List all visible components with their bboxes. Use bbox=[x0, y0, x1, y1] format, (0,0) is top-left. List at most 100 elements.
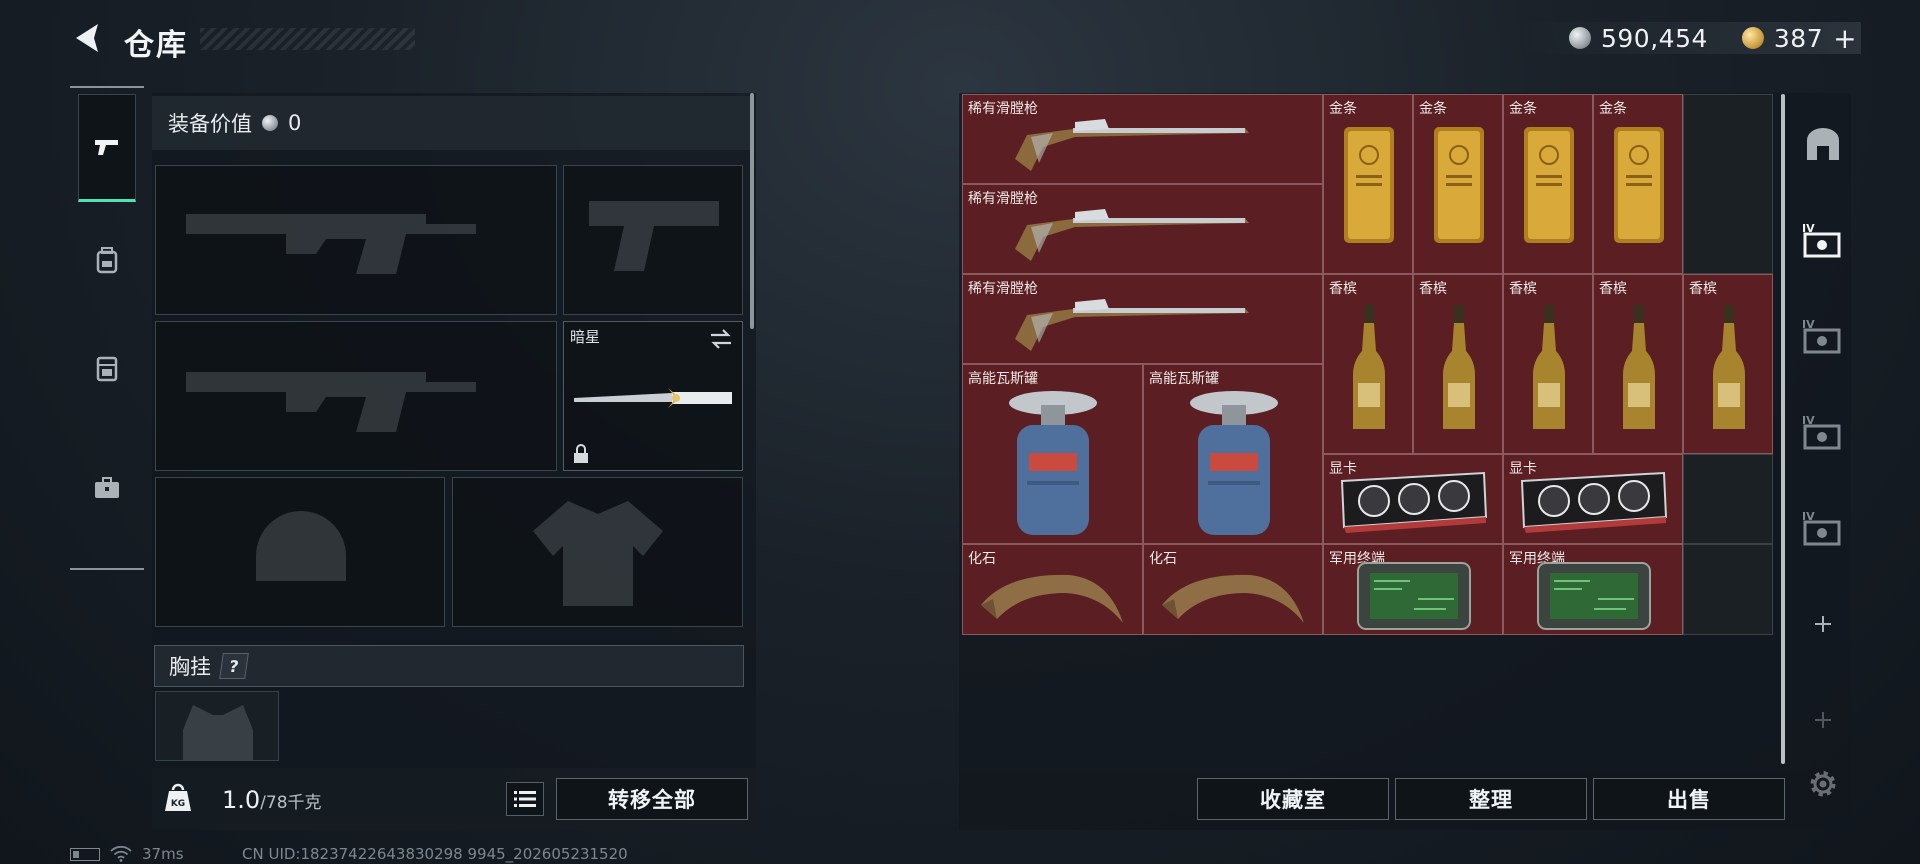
stash-tab-main[interactable] bbox=[1801, 122, 1845, 166]
swap-icon[interactable] bbox=[708, 328, 734, 350]
inventory-item-graphics-card[interactable]: 显卡 bbox=[1503, 454, 1683, 544]
musket-icon bbox=[1015, 119, 1249, 171]
empty-cell[interactable] bbox=[1683, 454, 1773, 544]
inventory-item-champagne[interactable]: 香槟 bbox=[1323, 274, 1413, 454]
equipment-value: 0 bbox=[288, 111, 302, 135]
stash-scrollbar[interactable] bbox=[1781, 94, 1785, 764]
inventory-item-military-terminal[interactable]: 军用终端 bbox=[1503, 544, 1683, 635]
inventory-item-gas-canister[interactable]: 高能瓦斯罐 bbox=[1143, 364, 1323, 544]
primary-weapon-slot-2[interactable] bbox=[155, 321, 557, 471]
silver-coin-icon bbox=[262, 115, 278, 131]
fossil-claw-icon bbox=[981, 574, 1123, 623]
case-iv-icon: IV bbox=[1802, 510, 1841, 546]
equipment-value-label: 装备价值 bbox=[168, 112, 252, 136]
transfer-all-button[interactable]: 转移全部 bbox=[556, 778, 748, 820]
wifi-icon bbox=[110, 846, 132, 862]
silver-coin-icon bbox=[1569, 27, 1591, 49]
empty-cell[interactable] bbox=[1683, 544, 1773, 635]
gold-bar-icon bbox=[1344, 127, 1394, 243]
rifle-silhouette-icon bbox=[186, 372, 476, 432]
add-stash-tab-button-disabled[interactable] bbox=[1801, 698, 1845, 742]
helmet-silhouette-icon bbox=[256, 511, 346, 581]
tab-toolbox[interactable] bbox=[78, 434, 136, 542]
equipment-scrollbar[interactable] bbox=[750, 93, 754, 329]
tab-backpack[interactable] bbox=[78, 206, 136, 314]
vest-silhouette-icon bbox=[183, 705, 253, 760]
empty-cell[interactable] bbox=[1683, 94, 1773, 274]
equipment-value-header: 装备价值 0 bbox=[152, 96, 750, 150]
inventory-item-gas-canister[interactable]: 高能瓦斯罐 bbox=[962, 364, 1143, 544]
graphics-card-icon bbox=[1520, 471, 1668, 533]
backpack-icon bbox=[96, 247, 118, 274]
inventory-item-gold-bar[interactable]: 金条 bbox=[1413, 94, 1503, 274]
inventory-item-musket[interactable]: 稀有滑膛枪 bbox=[962, 94, 1323, 184]
melee-weapon-name: 暗星 bbox=[570, 328, 601, 346]
inventory-item-champagne[interactable]: 香槟 bbox=[1413, 274, 1503, 454]
inventory-item-gold-bar[interactable]: 金条 bbox=[1323, 94, 1413, 274]
battery-icon bbox=[70, 847, 100, 861]
stash-tab-case-3[interactable]: IV bbox=[1801, 410, 1845, 454]
list-view-button[interactable] bbox=[506, 782, 544, 816]
champagne-bottle-icon bbox=[1623, 305, 1655, 429]
gold-bar-icon bbox=[1614, 127, 1664, 243]
secondary-weapon-slot[interactable] bbox=[563, 165, 743, 315]
inventory-item-champagne[interactable]: 香槟 bbox=[1683, 274, 1773, 454]
body-armor-slot[interactable] bbox=[452, 477, 743, 627]
inventory-item-champagne[interactable]: 香槟 bbox=[1593, 274, 1683, 454]
inventory-item-gold-bar[interactable]: 金条 bbox=[1503, 94, 1593, 274]
page-title: 仓库 bbox=[124, 28, 188, 63]
inventory-item-fossil[interactable]: 化石 bbox=[1143, 544, 1323, 635]
lock-icon bbox=[574, 444, 588, 463]
gold-bar-icon bbox=[1524, 127, 1574, 243]
chest-rig-slot[interactable] bbox=[155, 691, 279, 761]
inventory-item-gold-bar[interactable]: 金条 bbox=[1593, 94, 1683, 274]
gas-canister-icon bbox=[1009, 391, 1097, 535]
inventory-item-musket[interactable]: 稀有滑膛枪 bbox=[962, 184, 1323, 274]
help-button[interactable]: ? bbox=[219, 653, 249, 679]
inventory-item-graphics-card[interactable]: 显卡 bbox=[1323, 454, 1503, 544]
melee-weapon-slot[interactable]: 暗星 bbox=[563, 321, 743, 471]
gas-canister-icon bbox=[1190, 391, 1278, 535]
add-stash-tab-button[interactable] bbox=[1801, 602, 1845, 646]
collection-room-button[interactable]: 收藏室 bbox=[1197, 778, 1389, 820]
inventory-item-fossil[interactable]: 化石 bbox=[962, 544, 1143, 635]
primary-weapon-slot[interactable] bbox=[155, 165, 557, 315]
inventory-item-champagne[interactable]: 香槟 bbox=[1503, 274, 1593, 454]
uid-text: CN UID:18237422643830298 9945_2026052315… bbox=[242, 845, 628, 863]
tab-weapons[interactable] bbox=[78, 94, 136, 202]
stash-tab-case-2[interactable]: IV bbox=[1801, 314, 1845, 358]
stash-icon bbox=[1807, 128, 1839, 160]
champagne-bottle-icon bbox=[1713, 305, 1745, 429]
organize-button[interactable]: 整理 bbox=[1395, 778, 1587, 820]
inventory-item-military-terminal[interactable]: 军用终端 bbox=[1323, 544, 1503, 635]
inventory-item-musket[interactable]: 稀有滑膛枪 bbox=[962, 274, 1323, 364]
silver-currency-value: 590,454 bbox=[1601, 23, 1708, 53]
pistol-icon bbox=[95, 140, 118, 155]
armor-silhouette-icon bbox=[533, 501, 663, 606]
list-icon bbox=[514, 791, 536, 807]
add-gold-button[interactable]: + bbox=[1833, 22, 1857, 55]
champagne-bottle-icon bbox=[1443, 305, 1475, 429]
musket-icon bbox=[1015, 209, 1249, 261]
weight-readout: 1.0/78千克 bbox=[222, 786, 322, 814]
musket-icon bbox=[1015, 299, 1249, 351]
vest-icon bbox=[96, 356, 118, 382]
case-iv-icon: IV bbox=[1802, 318, 1841, 354]
military-terminal-icon bbox=[1357, 562, 1471, 630]
current-weight: 1.0 bbox=[222, 786, 261, 814]
champagne-bottle-icon bbox=[1533, 305, 1565, 429]
helmet-slot[interactable] bbox=[155, 477, 445, 627]
graphics-card-icon bbox=[1340, 471, 1488, 533]
sell-button[interactable]: 出售 bbox=[1593, 778, 1785, 820]
stash-tab-case-4[interactable]: IV bbox=[1801, 506, 1845, 550]
back-icon[interactable] bbox=[68, 18, 108, 58]
stash-tab-case-1[interactable]: IV bbox=[1801, 218, 1845, 262]
tab-chest-rig[interactable] bbox=[78, 314, 136, 422]
case-iv-icon: IV bbox=[1802, 222, 1841, 258]
chest-rig-label: 胸挂 bbox=[169, 655, 211, 679]
status-bar: 37ms bbox=[70, 845, 184, 863]
chest-rig-header: 胸挂 ? bbox=[154, 645, 744, 687]
knife-icon bbox=[574, 388, 732, 408]
case-iv-icon: IV bbox=[1802, 414, 1841, 450]
title-decoration bbox=[200, 28, 415, 50]
